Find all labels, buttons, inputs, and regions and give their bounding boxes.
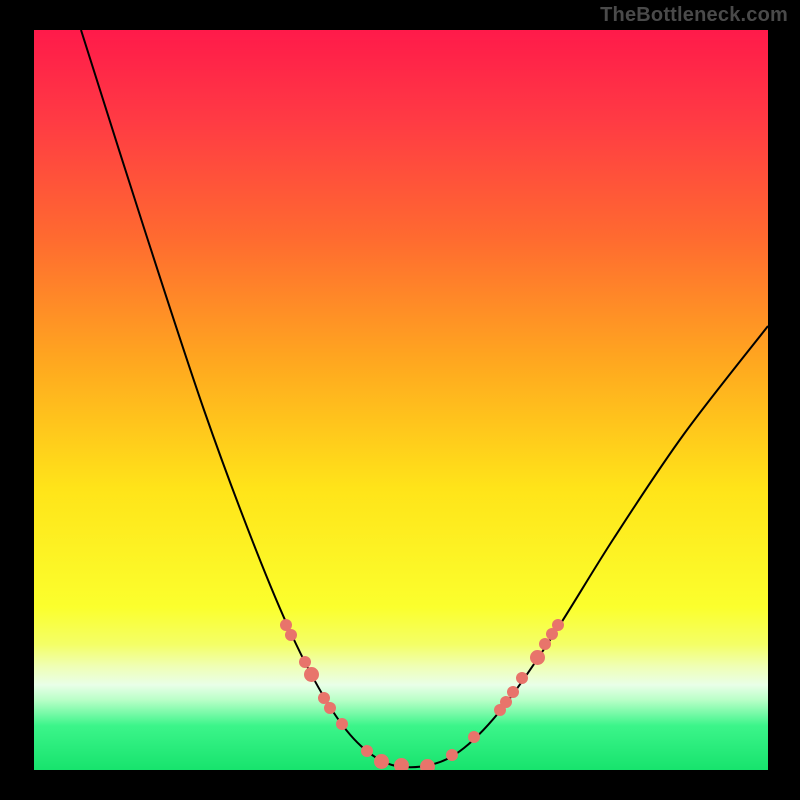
data-marker [500,696,512,708]
plot-area [34,30,768,770]
data-marker [552,619,564,631]
data-marker [468,731,480,743]
curve-layer [34,30,768,770]
data-marker [394,758,409,771]
bottleneck-curve [81,30,768,767]
chart-frame: TheBottleneck.com [0,0,800,800]
data-marker [516,672,528,684]
source-attribution: TheBottleneck.com [600,4,788,27]
data-marker [539,638,551,650]
data-marker [304,667,319,682]
data-marker [530,650,545,665]
data-marker [324,702,336,714]
data-marker [336,718,348,730]
data-marker [507,686,519,698]
data-marker [285,629,297,641]
data-marker [446,749,458,761]
data-marker [420,759,435,771]
data-marker [374,754,389,769]
data-marker [361,745,373,757]
